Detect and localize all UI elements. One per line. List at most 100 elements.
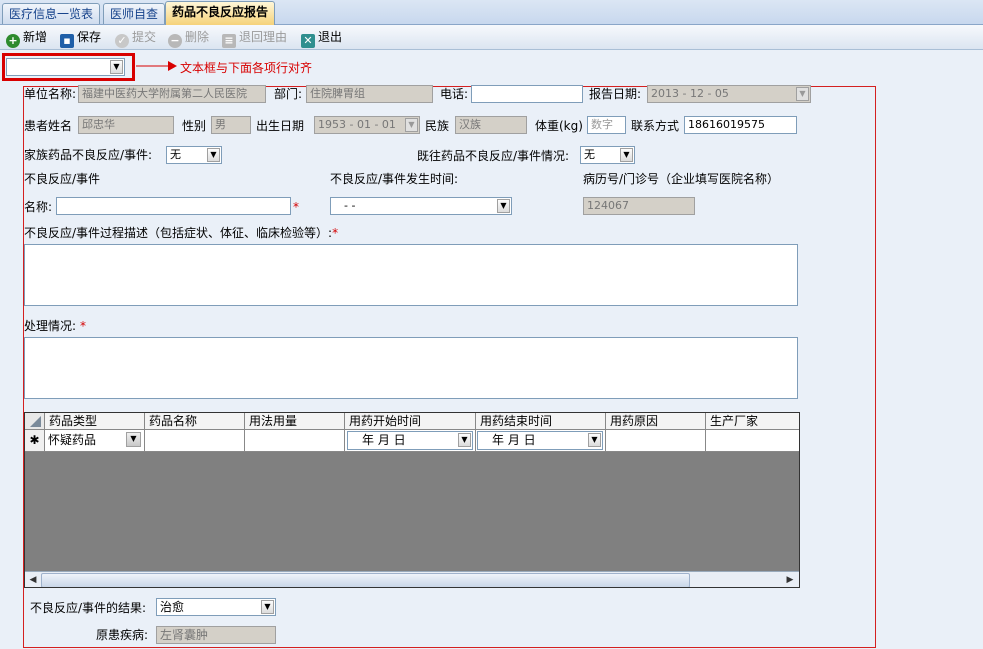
save-button-label: 保存	[77, 30, 102, 44]
submit-button-label: 提交	[132, 30, 157, 44]
toolbar: + 新增 ▪ 保存 ✓ 提交 − 删除 ≡ 退回理由 ✕ 退出	[0, 25, 983, 50]
sex-label: 性别	[182, 119, 207, 133]
end-date-value: 年 月 日	[492, 433, 536, 447]
chevron-down-icon[interactable]: ▼	[458, 433, 471, 447]
result-select[interactable]: 治愈 ▼	[156, 598, 276, 616]
new-row-marker-icon: ✱	[25, 430, 45, 452]
end-date-picker[interactable]: 年 月 日 ▼	[477, 431, 603, 450]
department-field[interactable]: 住院脾胃组	[306, 85, 433, 103]
chevron-down-icon[interactable]: ▼	[620, 148, 633, 162]
weight-label: 体重(kg)	[535, 119, 583, 133]
phone-label: 电话:	[440, 87, 469, 101]
chevron-down-icon[interactable]: ▼	[126, 432, 141, 447]
column-header-start-date[interactable]: 用药开始时间	[345, 413, 476, 430]
grid-corner-cell[interactable]	[25, 413, 45, 430]
save-button[interactable]: ▪ 保存	[60, 28, 102, 48]
start-date-value: 年 月 日	[362, 433, 406, 447]
record-number-label: 病历号/门诊号（企业填写医院名称）	[583, 172, 780, 186]
column-header-manufacturer[interactable]: 生产厂家	[706, 413, 799, 430]
scroll-left-icon[interactable]: ◀	[26, 573, 40, 587]
save-icon: ▪	[60, 34, 74, 48]
grid-cell-end-date[interactable]: 年 月 日 ▼	[476, 430, 606, 452]
birth-date-label: 出生日期	[256, 119, 305, 133]
column-header-reason[interactable]: 用药原因	[606, 413, 706, 430]
contact-label: 联系方式	[631, 119, 680, 133]
check-icon: ✓	[115, 34, 129, 48]
document-icon: ≡	[222, 34, 236, 48]
family-adr-select[interactable]: 无 ▼	[166, 146, 222, 164]
weight-field[interactable]: 数字	[587, 116, 626, 134]
report-date-value: 2013 - 12 - 05	[651, 87, 729, 100]
chevron-down-icon[interactable]: ▼	[588, 433, 601, 447]
start-date-picker[interactable]: 年 月 日 ▼	[347, 431, 473, 450]
past-adr-value: 无	[584, 148, 595, 161]
ethnicity-field[interactable]: 汉族	[455, 116, 527, 134]
grid-cell-reason[interactable]	[606, 430, 706, 452]
phone-field[interactable]	[471, 85, 583, 103]
past-adr-label: 既往药品不良反应/事件情况:	[417, 149, 570, 163]
unit-name-field[interactable]: 福建中医药大学附属第二人民医院	[78, 85, 266, 103]
tab-bar: 医疗信息一览表 医师自查 药品不良反应报告	[0, 0, 983, 25]
record-number-field[interactable]: 124067	[583, 197, 695, 215]
annotation-arrow-icon	[136, 61, 177, 71]
adr-name-field[interactable]	[56, 197, 291, 215]
adr-time-picker[interactable]: - - ▼	[330, 197, 512, 215]
contact-field[interactable]: 18616019575	[684, 116, 797, 134]
chevron-down-icon[interactable]: ▼	[110, 60, 123, 74]
report-date-field[interactable]: 2013 - 12 - 05 ▼	[647, 85, 811, 103]
ethnicity-label: 民族	[425, 119, 450, 133]
chevron-down-icon[interactable]: ▼	[796, 87, 809, 101]
column-header-end-date[interactable]: 用药结束时间	[476, 413, 606, 430]
submit-button[interactable]: ✓ 提交	[115, 28, 157, 48]
sex-field[interactable]: 男	[211, 116, 251, 134]
grid-cell-manufacturer[interactable]	[706, 430, 799, 452]
patient-name-label: 患者姓名	[24, 119, 73, 133]
grid-cell-start-date[interactable]: 年 月 日 ▼	[345, 430, 476, 452]
report-date-label: 报告日期:	[589, 87, 642, 101]
tab-physician-self-check[interactable]: 医师自查	[103, 3, 166, 24]
column-header-drug-name[interactable]: 药品名称	[145, 413, 245, 430]
scroll-right-icon[interactable]: ▶	[783, 573, 797, 587]
unit-name-label: 单位名称:	[24, 87, 77, 101]
chevron-down-icon[interactable]: ▼	[405, 118, 418, 132]
horizontal-scrollbar[interactable]: ◀ ▶	[25, 571, 799, 587]
column-header-drug-type[interactable]: 药品类型	[45, 413, 145, 430]
patient-name-field[interactable]: 邱忠华	[78, 116, 174, 134]
drug-type-value: 怀疑药品	[48, 433, 97, 447]
chevron-down-icon[interactable]: ▼	[207, 148, 220, 162]
required-marker: *	[80, 319, 87, 333]
new-button[interactable]: + 新增	[6, 28, 48, 48]
exit-button[interactable]: ✕ 退出	[301, 28, 342, 48]
birth-date-field[interactable]: 1953 - 01 - 01 ▼	[314, 116, 420, 134]
top-left-combo[interactable]: ▼	[6, 58, 125, 76]
grid-cell-drug-name[interactable]	[145, 430, 245, 452]
adr-name-label: 名称:	[24, 200, 53, 214]
adr-time-label: 不良反应/事件发生时间:	[330, 172, 459, 186]
annotation-text: 文本框与下面各项行对齐	[180, 61, 313, 75]
new-button-label: 新增	[23, 30, 48, 44]
adr-time-value: - -	[344, 199, 356, 212]
result-label: 不良反应/事件的结果:	[30, 601, 147, 615]
add-icon: +	[6, 34, 20, 48]
result-value: 治愈	[160, 600, 185, 614]
return-reason-button[interactable]: ≡ 退回理由	[222, 28, 287, 48]
minus-icon: −	[168, 34, 182, 48]
tab-medical-info-list[interactable]: 医疗信息一览表	[2, 3, 101, 24]
past-adr-select[interactable]: 无 ▼	[580, 146, 635, 164]
handling-textarea[interactable]	[24, 337, 798, 399]
column-header-dosage[interactable]: 用法用量	[245, 413, 345, 430]
grid-cell-drug-type[interactable]: 怀疑药品 ▼	[45, 430, 145, 452]
chevron-down-icon[interactable]: ▼	[497, 199, 510, 213]
scrollbar-thumb[interactable]	[41, 573, 690, 587]
handling-label: 处理情况: *	[24, 317, 86, 335]
exit-icon: ✕	[301, 34, 315, 48]
birth-date-value: 1953 - 01 - 01	[318, 118, 396, 131]
chevron-down-icon[interactable]: ▼	[261, 600, 274, 614]
original-disease-label: 原患疾病:	[96, 628, 149, 642]
delete-button[interactable]: − 删除	[168, 28, 209, 48]
process-description-label: 不良反应/事件过程描述（包括症状、体征、临床检验等）:*	[24, 224, 338, 242]
process-description-textarea[interactable]	[24, 244, 798, 306]
original-disease-field[interactable]: 左肾囊肿	[156, 626, 276, 644]
grid-cell-dosage[interactable]	[245, 430, 345, 452]
tab-adr-report[interactable]: 药品不良反应报告	[165, 1, 276, 25]
